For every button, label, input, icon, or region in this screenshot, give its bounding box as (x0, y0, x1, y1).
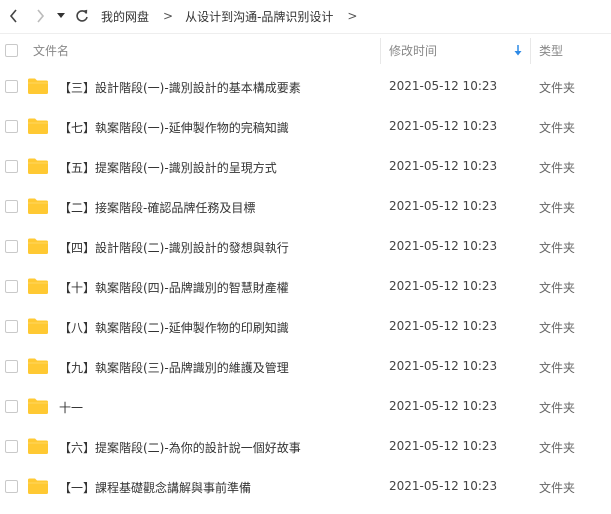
file-name[interactable]: 【八】執案階段(二)-延伸製作物的印刷知識 (59, 319, 289, 336)
breadcrumb-root[interactable]: 我的网盘 (101, 8, 149, 25)
file-type: 文件夹 (539, 361, 576, 375)
file-type: 文件夹 (539, 321, 576, 335)
file-name[interactable]: 【六】提案階段(二)-為你的設計說一個好故事 (59, 439, 301, 456)
back-button[interactable] (1, 0, 27, 32)
file-name[interactable]: 【九】執案階段(三)-品牌識別的維護及管理 (59, 359, 289, 376)
toolbar: 我的网盘 > 从设计到沟通-品牌识别设计 > (0, 0, 611, 32)
select-all-checkbox[interactable] (5, 44, 18, 57)
file-modified-time: 2021-05-12 10:23 (389, 239, 498, 253)
file-list: 【三】設計階段(一)-識別設計的基本構成要素 2021-05-12 10:23 … (0, 67, 611, 507)
row-checkbox[interactable] (5, 240, 18, 253)
file-modified-time: 2021-05-12 10:23 (389, 119, 498, 133)
file-modified-time: 2021-05-12 10:23 (389, 359, 498, 373)
row-checkbox[interactable] (5, 200, 18, 213)
file-name[interactable]: 【三】設計階段(一)-識別設計的基本構成要素 (59, 79, 301, 96)
file-modified-time: 2021-05-12 10:23 (389, 439, 498, 453)
row-checkbox[interactable] (5, 480, 18, 493)
breadcrumb-separator-end[interactable]: > (347, 9, 357, 23)
file-list-header: 文件名 修改时间 类型 (0, 33, 611, 67)
folder-icon (28, 198, 48, 214)
history-dropdown-button[interactable] (53, 0, 69, 32)
file-modified-time: 2021-05-12 10:23 (389, 399, 498, 413)
file-type: 文件夹 (539, 201, 576, 215)
chevron-right-icon (37, 9, 45, 23)
sort-down-icon[interactable] (514, 45, 522, 56)
row-checkbox[interactable] (5, 120, 18, 133)
file-row[interactable]: 【六】提案階段(二)-為你的設計說一個好故事 2021-05-12 10:23 … (0, 427, 611, 467)
row-checkbox[interactable] (5, 440, 18, 453)
folder-icon (28, 238, 48, 254)
file-name[interactable]: 【七】執案階段(一)-延伸製作物的完稿知識 (59, 119, 289, 136)
file-type: 文件夹 (539, 401, 576, 415)
folder-icon (28, 78, 48, 94)
column-time-header[interactable]: 修改时间 (389, 42, 437, 59)
file-row[interactable]: 【七】執案階段(一)-延伸製作物的完稿知識 2021-05-12 10:23 文… (0, 107, 611, 147)
row-checkbox[interactable] (5, 360, 18, 373)
file-type: 文件夹 (539, 241, 576, 255)
caret-down-icon (57, 13, 65, 18)
file-type: 文件夹 (539, 121, 576, 135)
row-checkbox[interactable] (5, 280, 18, 293)
file-type: 文件夹 (539, 161, 576, 175)
file-row[interactable]: 【二】接案階段-確認品牌任務及目標 2021-05-12 10:23 文件夹 (0, 187, 611, 227)
folder-icon (28, 438, 48, 454)
column-divider[interactable] (380, 38, 381, 64)
breadcrumb: 我的网盘 > 从设计到沟通-品牌识别设计 > (101, 8, 369, 25)
refresh-button[interactable] (69, 0, 95, 32)
breadcrumb-current[interactable]: 从设计到沟通-品牌识别设计 (185, 8, 333, 25)
file-type: 文件夹 (539, 281, 576, 295)
chevron-left-icon (9, 9, 17, 23)
folder-icon (28, 278, 48, 294)
file-type: 文件夹 (539, 81, 576, 95)
file-name[interactable]: 【一】課程基礎觀念講解與事前準備 (59, 479, 251, 496)
refresh-icon (76, 9, 88, 22)
folder-icon (28, 358, 48, 374)
file-modified-time: 2021-05-12 10:23 (389, 79, 498, 93)
file-modified-time: 2021-05-12 10:23 (389, 319, 498, 333)
folder-icon (28, 398, 48, 414)
file-type: 文件夹 (539, 441, 576, 455)
column-name-header[interactable]: 文件名 (33, 42, 69, 59)
file-name[interactable]: 【二】接案階段-確認品牌任務及目標 (59, 199, 255, 216)
file-row[interactable]: 【九】執案階段(三)-品牌識別的維護及管理 2021-05-12 10:23 文… (0, 347, 611, 387)
column-divider[interactable] (530, 38, 531, 64)
file-row[interactable]: 【一】課程基礎觀念講解與事前準備 2021-05-12 10:23 文件夹 (0, 467, 611, 507)
column-type-header[interactable]: 类型 (539, 42, 563, 59)
file-modified-time: 2021-05-12 10:23 (389, 199, 498, 213)
file-name[interactable]: 【十】執案階段(四)-品牌識別的智慧財產權 (59, 279, 289, 296)
row-checkbox[interactable] (5, 320, 18, 333)
folder-icon (28, 158, 48, 174)
folder-icon (28, 118, 48, 134)
file-modified-time: 2021-05-12 10:23 (389, 279, 498, 293)
file-row[interactable]: 【十】執案階段(四)-品牌識別的智慧財產權 2021-05-12 10:23 文… (0, 267, 611, 307)
row-checkbox[interactable] (5, 400, 18, 413)
file-modified-time: 2021-05-12 10:23 (389, 479, 498, 493)
file-name[interactable]: 【四】設計階段(二)-識別設計的發想與執行 (59, 239, 289, 256)
file-row[interactable]: 【三】設計階段(一)-識別設計的基本構成要素 2021-05-12 10:23 … (0, 67, 611, 107)
file-row[interactable]: 【八】執案階段(二)-延伸製作物的印刷知識 2021-05-12 10:23 文… (0, 307, 611, 347)
forward-button[interactable] (27, 0, 53, 32)
file-row[interactable]: 【五】提案階段(一)-識別設計的呈現方式 2021-05-12 10:23 文件… (0, 147, 611, 187)
row-checkbox[interactable] (5, 80, 18, 93)
folder-icon (28, 478, 48, 494)
file-row[interactable]: 【四】設計階段(二)-識別設計的發想與執行 2021-05-12 10:23 文… (0, 227, 611, 267)
file-name[interactable]: 【五】提案階段(一)-識別設計的呈現方式 (59, 159, 277, 176)
breadcrumb-separator: > (163, 9, 174, 23)
row-checkbox[interactable] (5, 160, 18, 173)
file-name[interactable]: 十一 (59, 399, 83, 416)
file-modified-time: 2021-05-12 10:23 (389, 159, 498, 173)
folder-icon (28, 318, 48, 334)
file-type: 文件夹 (539, 481, 576, 495)
file-row[interactable]: 十一 2021-05-12 10:23 文件夹 (0, 387, 611, 427)
